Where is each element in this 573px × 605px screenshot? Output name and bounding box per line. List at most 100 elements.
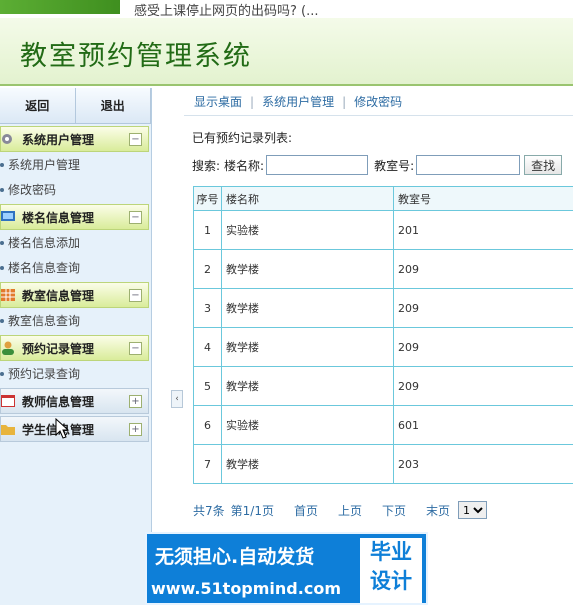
cell-index: 6	[193, 405, 222, 445]
monitor-icon	[1, 210, 17, 224]
watermark-badge: 毕业 设计	[360, 538, 422, 603]
user-icon	[1, 341, 17, 355]
cell-building: 教学楼	[221, 366, 394, 406]
column-header-room: 教室号	[393, 186, 573, 211]
cell-room: 601	[393, 405, 573, 445]
section-teacher-info[interactable]: 教师信息管理 +	[0, 388, 149, 414]
header-banner: 教室预约管理系统	[0, 18, 573, 86]
section-student-info[interactable]: 学生信息管理 +	[0, 416, 149, 442]
section-building-info[interactable]: 楼名信息管理 −	[0, 204, 149, 230]
column-header-index: 序号	[193, 186, 222, 211]
reservation-table: 序号 楼名称 教室号 1 实验楼 201 2 教学楼 209 3 教学楼 209 4 教学楼 209 5…	[193, 186, 573, 484]
cell-building: 教学楼	[221, 288, 394, 328]
table-row: 4 教学楼 209	[193, 327, 573, 367]
table-row: 2 教学楼 209	[193, 249, 573, 289]
cell-room: 209	[393, 288, 573, 328]
top-strip-text: 感受上课停止网页的出码吗? (...	[134, 4, 319, 19]
cell-room: 209	[393, 327, 573, 367]
nav-separator: |	[342, 94, 347, 109]
nav-system-users[interactable]: 系统用户管理	[262, 93, 334, 110]
top-logo-strip	[0, 0, 120, 14]
sidebar-item-change-password[interactable]: 修改密码	[0, 177, 151, 202]
section-label: 预约记录管理	[22, 341, 95, 356]
sidebar-item-system-users[interactable]: 系统用户管理	[0, 152, 151, 177]
logout-button[interactable]: 退出	[76, 88, 151, 123]
collapse-toggle-icon[interactable]: −	[129, 289, 142, 302]
cell-room: 201	[393, 210, 573, 250]
top-nav: 显示桌面 | 系统用户管理 | 修改密码	[184, 88, 573, 116]
cell-index: 3	[193, 288, 222, 328]
cell-room: 203	[393, 444, 573, 484]
table-row: 3 教学楼 209	[193, 288, 573, 328]
cell-room: 209	[393, 366, 573, 406]
cell-index: 4	[193, 327, 222, 367]
app-title: 教室预约管理系统	[20, 41, 252, 72]
section-classroom-info[interactable]: 教室信息管理 −	[0, 282, 149, 308]
watermark-line2: www.51topmind.com	[151, 579, 341, 598]
table-header-row: 序号 楼名称 教室号	[193, 186, 573, 211]
list-caption: 已有预约记录列表:	[192, 131, 293, 145]
watermark-badge-line2: 设计	[370, 569, 412, 593]
column-header-building: 楼名称	[221, 186, 394, 211]
table-row: 1 实验楼 201	[193, 210, 573, 250]
mouse-pointer-icon	[55, 418, 70, 439]
cell-building: 教学楼	[221, 444, 394, 484]
sidebar-item-classroom-query[interactable]: 教室信息查询	[0, 308, 151, 333]
building-label: 楼名称:	[224, 158, 265, 173]
main-content: 显示桌面 | 系统用户管理 | 修改密码 已有预约记录列表: 搜索: 楼名称: …	[184, 88, 573, 605]
folder-icon	[1, 422, 17, 436]
collapse-toggle-icon[interactable]: −	[129, 342, 142, 355]
first-page-link[interactable]: 首页	[294, 502, 318, 519]
section-reservation-records[interactable]: 预约记录管理 −	[0, 335, 149, 361]
search-prefix: 搜索:	[192, 158, 221, 173]
page-info: 第1/1页	[230, 503, 274, 518]
top-strip: 感受上课停止网页的出码吗? (...	[0, 0, 573, 19]
collapse-toggle-icon[interactable]: −	[129, 133, 142, 146]
sidebar-item-building-query[interactable]: 楼名信息查询	[0, 255, 151, 280]
section-label: 教室信息管理	[22, 288, 95, 303]
section-label: 楼名信息管理	[22, 210, 95, 225]
watermark-line1: 无须担心.自动发货	[155, 546, 315, 568]
table-row: 5 教学楼 209	[193, 366, 573, 406]
last-page-link[interactable]: 末页	[426, 502, 450, 519]
cell-building: 实验楼	[221, 405, 394, 445]
section-label: 教师信息管理	[22, 394, 95, 409]
room-number-input[interactable]	[416, 155, 521, 175]
table-row: 6 实验楼 601	[193, 405, 573, 445]
expand-toggle-icon[interactable]: +	[129, 395, 142, 408]
search-bar: 搜索: 楼名称: 教室号: 查找	[192, 154, 563, 176]
section-system-users[interactable]: 系统用户管理 −	[0, 126, 149, 152]
sidebar-item-building-add[interactable]: 楼名信息添加	[0, 230, 151, 255]
cell-building: 教学楼	[221, 249, 394, 289]
nav-show-desktop[interactable]: 显示桌面	[194, 93, 242, 110]
page-select[interactable]: 1	[458, 501, 488, 519]
cell-index: 1	[193, 210, 222, 250]
table-row: 7 教学楼 203	[193, 444, 573, 484]
expand-toggle-icon[interactable]: +	[129, 423, 142, 436]
cell-index: 5	[193, 366, 222, 406]
cell-index: 2	[193, 249, 222, 289]
calendar-icon	[1, 394, 17, 408]
next-page-link[interactable]: 下页	[382, 502, 406, 519]
pagination: 共7条 第1/1页 首页 上页 下页 末页 1	[193, 501, 488, 519]
cell-index: 7	[193, 444, 222, 484]
watermark-badge-line1: 毕业	[370, 540, 412, 564]
sidebar-top-buttons: 返回 退出	[0, 88, 151, 124]
nav-separator: |	[250, 94, 255, 109]
collapse-toggle-icon[interactable]: −	[129, 211, 142, 224]
prev-page-link[interactable]: 上页	[338, 502, 362, 519]
watermark-ad: 无须担心.自动发货 www.51topmind.com 毕业 设计	[145, 532, 428, 605]
section-label: 系统用户管理	[22, 132, 95, 147]
back-button[interactable]: 返回	[0, 88, 76, 123]
sidebar-collapse-handle[interactable]: ‹	[171, 390, 183, 408]
room-label: 教室号:	[374, 158, 415, 173]
nav-change-password[interactable]: 修改密码	[354, 93, 402, 110]
building-name-input[interactable]	[266, 155, 369, 175]
sidebar: 返回 退出 系统用户管理 − 系统用户管理 修改密码 楼名信息管理 − 楼名信息…	[0, 88, 152, 605]
cell-building: 教学楼	[221, 327, 394, 367]
cell-building: 实验楼	[221, 210, 394, 250]
search-button[interactable]: 查找	[524, 155, 563, 175]
gear-icon	[1, 132, 17, 146]
cell-room: 209	[393, 249, 573, 289]
sidebar-item-reservation-query[interactable]: 预约记录查询	[0, 361, 151, 386]
